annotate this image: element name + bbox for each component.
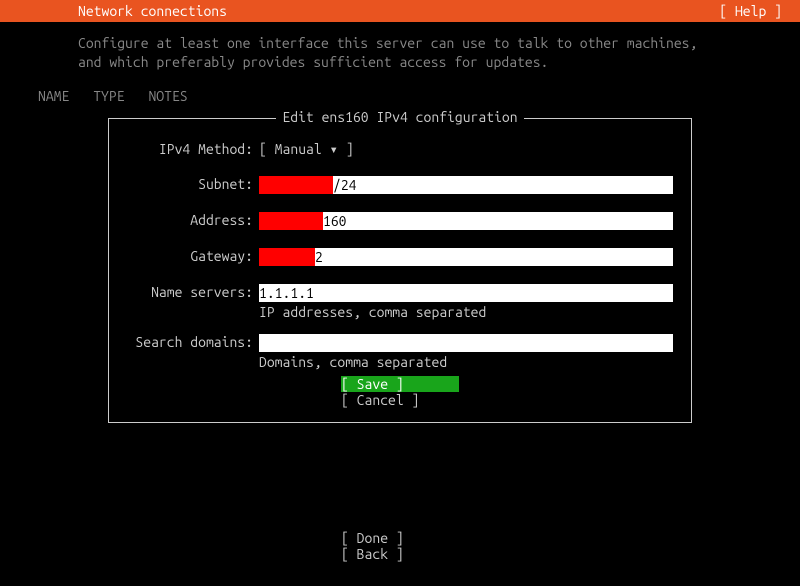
nameservers-value: 1.1.1.1 — [259, 285, 314, 301]
page-title: Network connections — [78, 3, 227, 19]
address-label: Address: — [123, 212, 259, 228]
address-input[interactable]: 160 — [259, 212, 673, 230]
table-header: NAME TYPE NOTES — [0, 72, 800, 104]
dialog-title: Edit ens160 IPv4 configuration — [109, 109, 691, 125]
row-method: IPv4 Method: [ Manual ▾ ] — [123, 141, 677, 158]
dialog-buttons: [ Save ] [ Cancel ] — [123, 376, 677, 408]
cancel-button[interactable]: [ Cancel ] — [341, 392, 459, 408]
save-button[interactable]: [ Save ] — [341, 376, 459, 392]
help-button[interactable]: [ Help ] — [719, 3, 782, 19]
gateway-input[interactable]: 2 — [259, 248, 673, 266]
nameservers-label: Name servers: — [123, 284, 259, 300]
topbar: Network connections [ Help ] — [0, 0, 800, 22]
row-searchdomains: Search domains: Domains, comma separated — [123, 334, 677, 370]
gateway-value: 2 — [315, 249, 323, 265]
row-nameservers: Name servers: 1.1.1.1 IP addresses, comm… — [123, 284, 677, 320]
redacted-block — [259, 176, 333, 194]
footer-buttons: [ Done ] [ Back ] — [0, 530, 800, 562]
col-type: TYPE — [93, 88, 124, 104]
description-text: Configure at least one interface this se… — [0, 22, 800, 72]
row-subnet: Subnet: /24 — [123, 176, 677, 194]
address-value: 160 — [323, 213, 347, 229]
nameservers-hint: IP addresses, comma separated — [259, 304, 677, 320]
gateway-label: Gateway: — [123, 248, 259, 264]
subnet-label: Subnet: — [123, 176, 259, 192]
col-name: NAME — [38, 88, 69, 104]
searchdomains-hint: Domains, comma separated — [259, 354, 677, 370]
back-button[interactable]: [ Back ] — [341, 546, 459, 562]
subnet-input[interactable]: /24 — [259, 176, 673, 194]
searchdomains-label: Search domains: — [123, 334, 259, 350]
nameservers-input[interactable]: 1.1.1.1 — [259, 284, 673, 302]
row-address: Address: 160 — [123, 212, 677, 230]
method-label: IPv4 Method: — [123, 141, 259, 157]
edit-ipv4-dialog: Edit ens160 IPv4 configuration IPv4 Meth… — [108, 118, 692, 423]
row-gateway: Gateway: 2 — [123, 248, 677, 266]
subnet-value: /24 — [333, 177, 357, 193]
col-notes: NOTES — [148, 88, 187, 104]
method-dropdown[interactable]: [ Manual ▾ ] — [259, 141, 354, 157]
redacted-block — [259, 248, 315, 266]
done-button[interactable]: [ Done ] — [341, 530, 459, 546]
searchdomains-input[interactable] — [259, 334, 673, 352]
redacted-block — [259, 212, 323, 230]
